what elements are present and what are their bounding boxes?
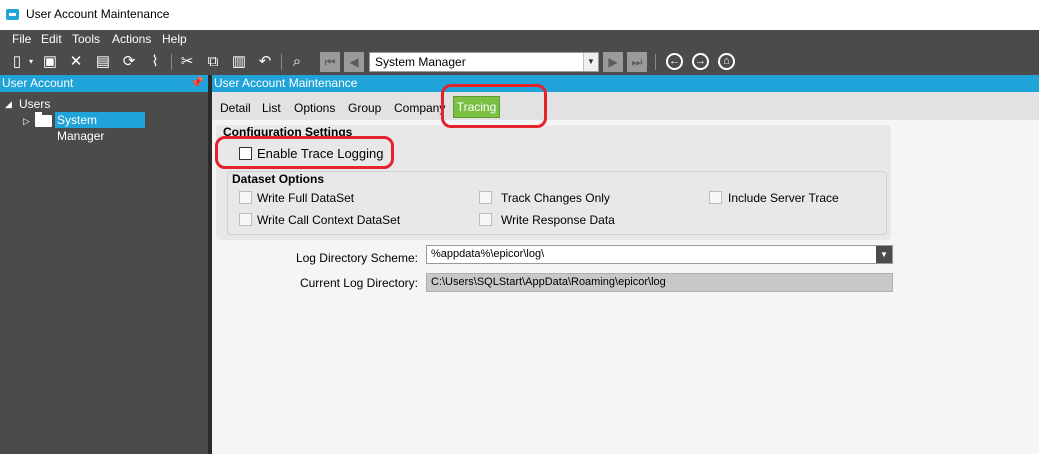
back-icon[interactable]: ← xyxy=(666,53,683,70)
write-call-context-dataset-checkbox[interactable] xyxy=(239,213,252,226)
company-combo[interactable]: System Manager ▼ xyxy=(369,52,599,72)
folder-icon xyxy=(35,112,52,127)
include-server-trace-label[interactable]: Include Server Trace xyxy=(728,191,839,205)
tab-strip: Detail List Options Group Company Tracin… xyxy=(212,92,1039,120)
company-combo-value: System Manager xyxy=(375,55,466,69)
main-panel-header: User Account Maintenance xyxy=(212,75,1039,92)
delete-icon[interactable]: ✕ xyxy=(67,53,85,71)
toolbar-separator xyxy=(281,54,282,70)
toolbar-separator xyxy=(655,54,656,70)
clipboard-icon[interactable]: ▤ xyxy=(94,53,112,71)
tab-group[interactable]: Group xyxy=(348,101,381,115)
write-full-dataset-checkbox[interactable] xyxy=(239,191,252,204)
log-directory-scheme-combo[interactable]: %appdata%\epicor\log\ ▼ xyxy=(426,245,893,264)
tracing-tab-highlight-ring xyxy=(441,84,547,128)
chevron-down-icon[interactable]: ▼ xyxy=(583,53,598,71)
app-icon xyxy=(6,9,19,20)
left-panel-title: User Account xyxy=(2,76,74,90)
clear-icon[interactable]: ⌇ xyxy=(146,53,164,71)
left-panel-header: User Account 📌 xyxy=(0,75,208,92)
search-icon[interactable]: ⌕ xyxy=(288,53,306,71)
track-changes-only-label[interactable]: Track Changes Only xyxy=(501,191,610,205)
paste-icon[interactable]: ▥ xyxy=(230,53,248,71)
tree-expand-icon[interactable]: ▷ xyxy=(23,116,30,127)
menu-actions[interactable]: Actions xyxy=(112,32,151,46)
refresh-icon[interactable]: ⟳ xyxy=(120,53,138,71)
enable-trace-highlight-ring xyxy=(215,136,394,169)
new-dropdown-icon[interactable]: ▾ xyxy=(22,53,40,71)
forward-icon[interactable]: → xyxy=(692,53,709,70)
tab-detail[interactable]: Detail xyxy=(220,101,251,115)
tree-panel: ◢ Users ▷ System Manager xyxy=(0,92,208,454)
cut-icon[interactable]: ✂ xyxy=(178,53,196,71)
toolbar-separator xyxy=(171,54,172,70)
current-log-directory-value: C:\Users\SQLStart\AppData\Roaming\epicor… xyxy=(431,276,666,288)
write-full-dataset-label[interactable]: Write Full DataSet xyxy=(257,191,354,205)
write-response-data-label[interactable]: Write Response Data xyxy=(501,213,615,227)
tab-company[interactable]: Company xyxy=(394,101,445,115)
menu-bar: File Edit Tools Actions Help xyxy=(0,30,1039,49)
tab-list[interactable]: List xyxy=(262,101,281,115)
home-icon[interactable]: ⌂ xyxy=(718,53,735,70)
log-directory-scheme-label: Log Directory Scheme: xyxy=(295,251,418,265)
chevron-down-icon[interactable]: ▼ xyxy=(876,246,892,263)
pin-icon[interactable]: 📌 xyxy=(190,76,204,89)
dataset-options-title: Dataset Options xyxy=(232,172,325,186)
menu-tools[interactable]: Tools xyxy=(72,32,100,46)
next-record-icon[interactable]: ▶ xyxy=(603,52,623,72)
tree-root-users[interactable]: Users xyxy=(19,97,50,111)
save-icon[interactable]: ▣ xyxy=(41,53,59,71)
toolbar: ▯ ▾ ▣ ✕ ▤ ⟳ ⌇ ✂ ⧉ ▥ ↶ ⌕ ⏮ ◀ System Manag… xyxy=(0,49,1039,75)
first-record-icon[interactable]: ⏮ xyxy=(320,52,340,72)
include-server-trace-checkbox[interactable] xyxy=(709,191,722,204)
previous-record-icon[interactable]: ◀ xyxy=(344,52,364,72)
tab-options[interactable]: Options xyxy=(294,101,335,115)
track-changes-only-checkbox[interactable] xyxy=(479,191,492,204)
current-log-directory-field: C:\Users\SQLStart\AppData\Roaming\epicor… xyxy=(426,273,893,292)
title-bar: User Account Maintenance xyxy=(0,0,1039,30)
log-directory-scheme-value: %appdata%\epicor\log\ xyxy=(431,248,545,260)
menu-file[interactable]: File xyxy=(12,32,31,46)
menu-edit[interactable]: Edit xyxy=(41,32,62,46)
window-title: User Account Maintenance xyxy=(26,7,170,21)
copy-icon[interactable]: ⧉ xyxy=(204,53,222,71)
main-panel-title: User Account Maintenance xyxy=(214,76,358,90)
menu-help[interactable]: Help xyxy=(162,32,187,46)
tree-collapse-icon[interactable]: ◢ xyxy=(5,99,12,110)
tree-item-system-manager[interactable]: System Manager xyxy=(55,112,145,143)
last-record-icon[interactable]: ⏭ xyxy=(627,52,647,72)
write-call-context-dataset-label[interactable]: Write Call Context DataSet xyxy=(257,213,400,227)
write-response-data-checkbox[interactable] xyxy=(479,213,492,226)
current-log-directory-label: Current Log Directory: xyxy=(299,276,418,290)
undo-icon[interactable]: ↶ xyxy=(256,53,274,71)
